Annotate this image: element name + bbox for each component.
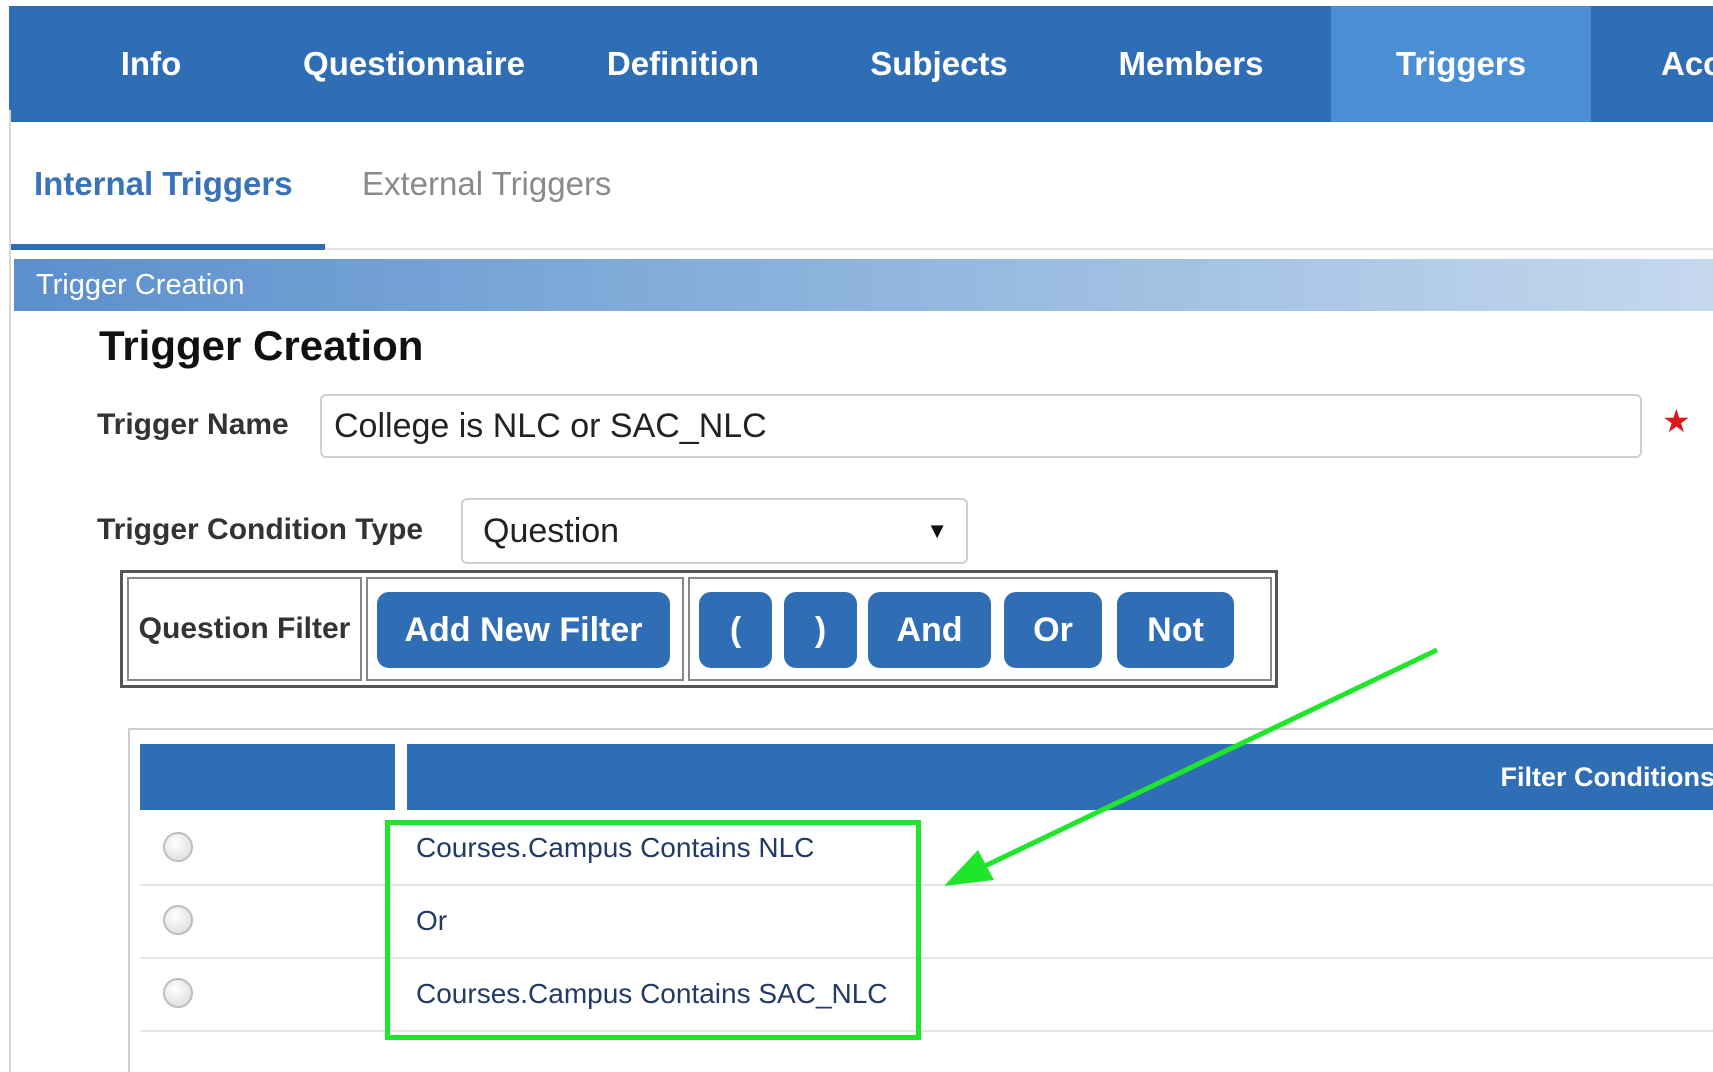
question-filter-label: Question Filter	[138, 612, 351, 645]
section-header-bar: Trigger Creation	[14, 259, 1713, 311]
operator-buttons-cell: ( ) And Or Not	[688, 577, 1272, 681]
not-button[interactable]: Not	[1117, 592, 1234, 668]
annotation-highlight-box	[385, 820, 921, 1040]
tab-acc[interactable]: Acc	[1661, 6, 1713, 122]
trigger-name-input[interactable]	[320, 394, 1642, 458]
condition-type-value: Question	[483, 512, 620, 550]
table-row: Courses.Campus Contains NLC	[140, 812, 1713, 886]
frame-left-border	[9, 110, 11, 1072]
app-frame: Info Questionnaire Definition Subjects M…	[9, 0, 1713, 1072]
top-navigation: Info Questionnaire Definition Subjects M…	[9, 6, 1713, 122]
subtab-external-triggers[interactable]: External Triggers	[362, 165, 611, 203]
subtab-active-underline	[9, 244, 325, 250]
or-button[interactable]: Or	[1004, 592, 1102, 668]
tab-definition[interactable]: Definition	[577, 6, 789, 122]
question-filter-label-cell: Question Filter	[127, 577, 362, 681]
tab-info[interactable]: Info	[61, 6, 241, 122]
and-button[interactable]: And	[868, 592, 991, 668]
table-row: Or	[140, 885, 1713, 959]
dropdown-arrow-icon: ▼	[926, 518, 948, 543]
add-new-filter-button[interactable]: Add New Filter	[377, 592, 670, 668]
tab-triggers[interactable]: Triggers	[1331, 6, 1591, 122]
table-header-filter-conditions: Filter Conditions	[407, 744, 1713, 810]
tab-subjects[interactable]: Subjects	[839, 6, 1039, 122]
required-star-icon: ★	[1662, 403, 1691, 439]
row-radio[interactable]	[163, 905, 193, 935]
page-title: Trigger Creation	[99, 322, 424, 369]
row-radio[interactable]	[163, 978, 193, 1008]
section-header-title: Trigger Creation	[36, 269, 245, 301]
trigger-name-label: Trigger Name	[97, 408, 289, 441]
question-filter-toolbar: Question Filter Add New Filter ( ) And O…	[120, 570, 1278, 688]
close-paren-button[interactable]: )	[784, 592, 857, 668]
table-header-select	[140, 744, 395, 810]
table-row: Courses.Campus Contains SAC_NLC	[140, 958, 1713, 1032]
filter-conditions-header-label: Filter Conditions	[1500, 762, 1713, 792]
row-radio[interactable]	[163, 832, 193, 862]
condition-type-select[interactable]: Question ▼	[461, 498, 968, 564]
tab-questionnaire[interactable]: Questionnaire	[279, 6, 549, 122]
subtab-internal-triggers[interactable]: Internal Triggers	[34, 165, 293, 203]
open-paren-button[interactable]: (	[699, 592, 772, 668]
tab-members[interactable]: Members	[1091, 6, 1291, 122]
add-filter-cell: Add New Filter	[366, 577, 684, 681]
condition-type-label: Trigger Condition Type	[97, 513, 424, 546]
subtab-divider	[325, 248, 1713, 250]
